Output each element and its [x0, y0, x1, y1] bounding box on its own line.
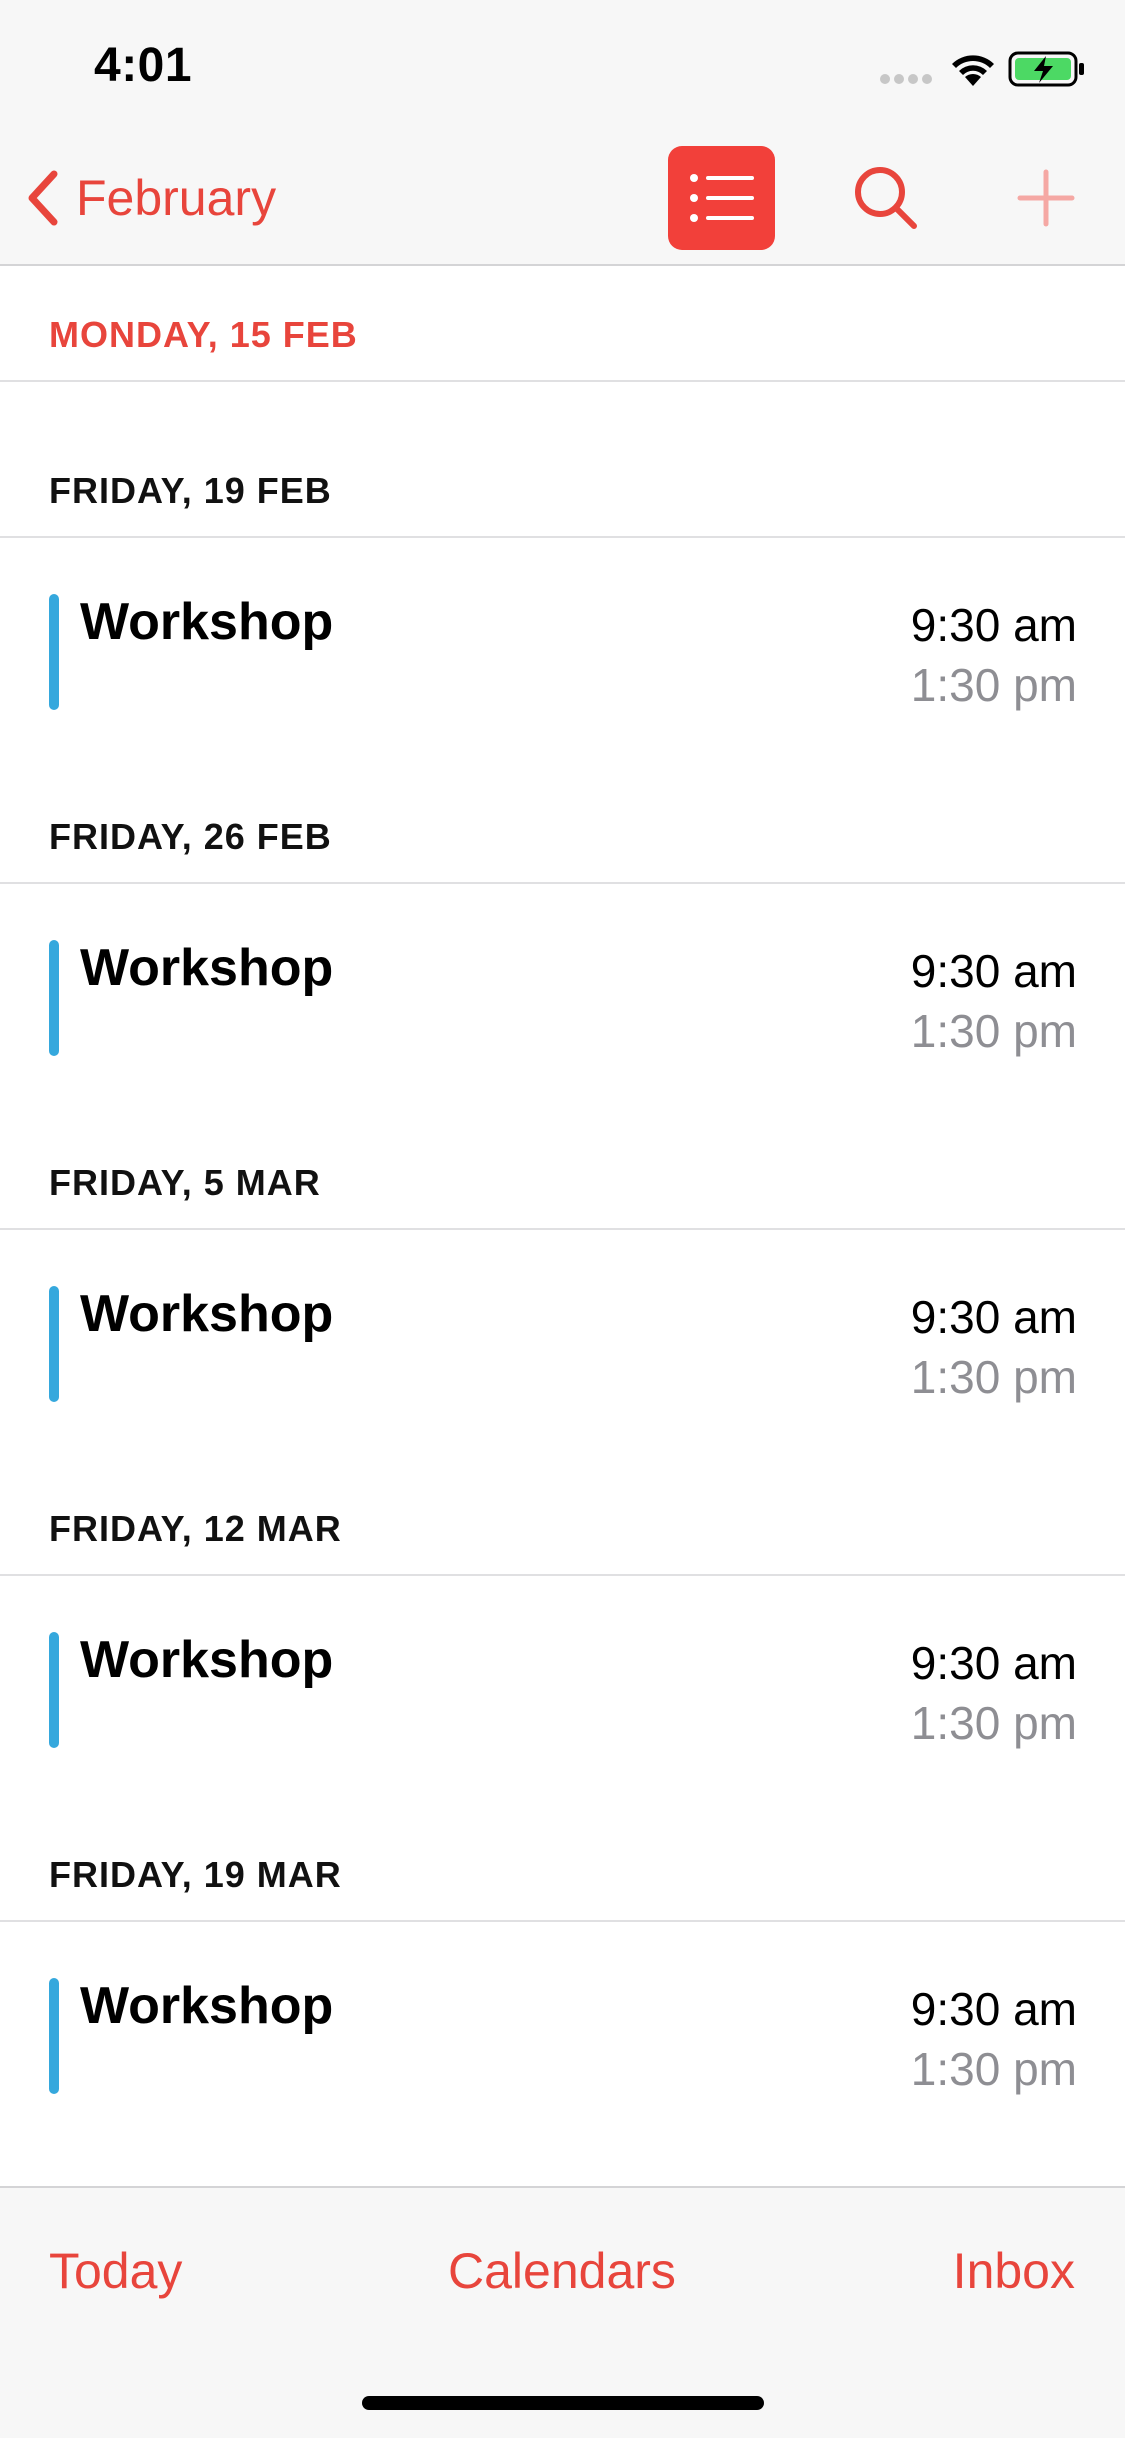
back-button[interactable]: February: [24, 162, 276, 234]
search-icon[interactable]: [850, 162, 922, 234]
day-header: FRIDAY, 19 MAR: [0, 1766, 1125, 1922]
list-icon: [690, 174, 754, 222]
event-end-time: 1:30 pm: [910, 659, 1077, 711]
day-header: FRIDAY, 19 FEB: [0, 382, 1125, 538]
plus-icon[interactable]: [1010, 162, 1082, 234]
event-start-time: 9:30 am: [910, 1637, 1077, 1689]
event-title: Workshop: [80, 1977, 334, 2035]
event-title: Workshop: [80, 1631, 334, 1689]
day-header: FRIDAY, 12 MAR: [0, 1420, 1125, 1576]
back-label: February: [76, 170, 277, 226]
chevron-left-icon: [28, 170, 58, 226]
event-row[interactable]: Workshop 9:30 am 1:30 pm: [0, 1230, 1125, 1403]
event-start-time: 9:30 am: [910, 945, 1077, 997]
event-row[interactable]: Workshop 9:30 am 1:30 pm: [0, 884, 1125, 1057]
event-start-time: 9:30 am: [910, 599, 1077, 651]
inbox-button[interactable]: Inbox: [953, 2242, 1075, 2300]
calendar-color-bar: [49, 940, 59, 1056]
calendar-color-bar: [49, 1978, 59, 2094]
day-label: FRIDAY, 5 MAR: [49, 1162, 321, 1203]
event-start-time: 9:30 am: [910, 1291, 1077, 1343]
day-label: FRIDAY, 19 MAR: [49, 1854, 342, 1895]
signal-icon: [880, 74, 936, 84]
event-title: Workshop: [80, 593, 334, 651]
wifi-icon: [952, 55, 994, 86]
calendars-button[interactable]: Calendars: [448, 2242, 676, 2300]
event-list: MONDAY, 15 FEB FRIDAY, 19 FEB Workshop 9…: [0, 266, 1125, 2186]
day-label: FRIDAY, 12 MAR: [49, 1508, 342, 1549]
tab-bar: Today Calendars Inbox: [0, 2186, 1125, 2438]
day-header: MONDAY, 15 FEB: [0, 266, 1125, 382]
event-end-time: 1:30 pm: [910, 1351, 1077, 1403]
event-start-time: 9:30 am: [910, 1983, 1077, 2035]
day-label: FRIDAY, 19 FEB: [49, 470, 332, 511]
calendar-color-bar: [49, 594, 59, 710]
home-indicator[interactable]: [362, 2396, 764, 2410]
event-row[interactable]: Workshop 9:30 am 1:30 pm: [0, 538, 1125, 711]
event-title: Workshop: [80, 1285, 334, 1343]
nav-bar: February: [0, 132, 1125, 266]
calendar-color-bar: [49, 1632, 59, 1748]
event-row[interactable]: Workshop 9:30 am 1:30 pm: [0, 1922, 1125, 2095]
day-label: FRIDAY, 26 FEB: [49, 816, 332, 857]
battery-charging-icon: [1008, 51, 1084, 87]
status-bar: 4:01: [0, 0, 1125, 132]
event-end-time: 1:30 pm: [910, 2043, 1077, 2095]
list-view-button[interactable]: [668, 146, 775, 250]
event-end-time: 1:30 pm: [910, 1697, 1077, 1749]
status-time: 4:01: [94, 39, 193, 92]
event-row[interactable]: Workshop 9:30 am 1:30 pm: [0, 1576, 1125, 1749]
calendar-color-bar: [49, 1286, 59, 1402]
day-label: MONDAY, 15 FEB: [49, 314, 358, 355]
day-header: FRIDAY, 5 MAR: [0, 1074, 1125, 1230]
day-header: FRIDAY, 26 FEB: [0, 728, 1125, 884]
today-button[interactable]: Today: [49, 2242, 182, 2300]
event-end-time: 1:30 pm: [910, 1005, 1077, 1057]
event-title: Workshop: [80, 939, 334, 997]
